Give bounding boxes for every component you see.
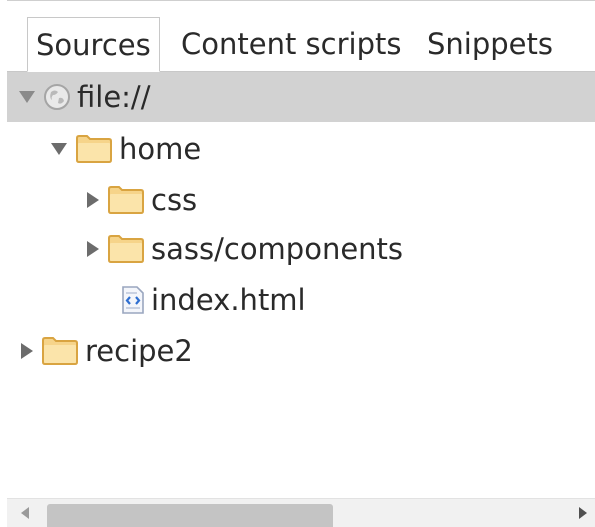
scroll-right-arrow-icon[interactable] xyxy=(579,507,587,519)
collapse-arrow-icon[interactable] xyxy=(87,192,99,208)
scroll-left-arrow-icon[interactable] xyxy=(21,507,29,519)
collapse-arrow-icon[interactable] xyxy=(87,241,99,257)
tree-item-label: recipe2 xyxy=(85,334,193,368)
tree-item-label: css xyxy=(151,183,198,217)
sources-panel: Sources Content scripts Snippets file:// xyxy=(7,0,595,527)
folder-icon xyxy=(41,336,79,366)
expand-arrow-icon[interactable] xyxy=(19,91,35,103)
expand-arrow-icon[interactable] xyxy=(51,143,67,155)
tab-sources[interactable]: Sources xyxy=(27,17,160,72)
folder-icon xyxy=(107,185,145,215)
tree-item-file-root[interactable]: file:// xyxy=(7,72,595,122)
tree-item-css[interactable]: css xyxy=(7,175,595,225)
folder-icon xyxy=(75,134,113,164)
tree-item-index-html[interactable]: index.html xyxy=(7,275,595,325)
html-file-icon xyxy=(121,285,145,315)
folder-icon xyxy=(107,234,145,264)
tree-item-label: file:// xyxy=(77,80,151,114)
tree-item-home[interactable]: home xyxy=(7,124,595,174)
scrollbar-thumb[interactable] xyxy=(47,504,333,527)
collapse-arrow-icon[interactable] xyxy=(21,343,33,359)
globe-icon xyxy=(43,83,71,111)
tab-content-scripts[interactable]: Content scripts xyxy=(173,17,409,71)
tree-item-recipe2[interactable]: recipe2 xyxy=(7,326,595,376)
horizontal-scrollbar[interactable] xyxy=(7,498,595,527)
tree-item-label: index.html xyxy=(151,283,306,317)
tree-item-sass-components[interactable]: sass/components xyxy=(7,224,595,274)
tab-bar: Sources Content scripts Snippets xyxy=(7,9,595,72)
top-divider xyxy=(7,0,595,1)
tree-item-label: home xyxy=(119,132,202,166)
tab-snippets[interactable]: Snippets xyxy=(419,17,561,71)
tree-item-label: sass/components xyxy=(151,232,404,266)
